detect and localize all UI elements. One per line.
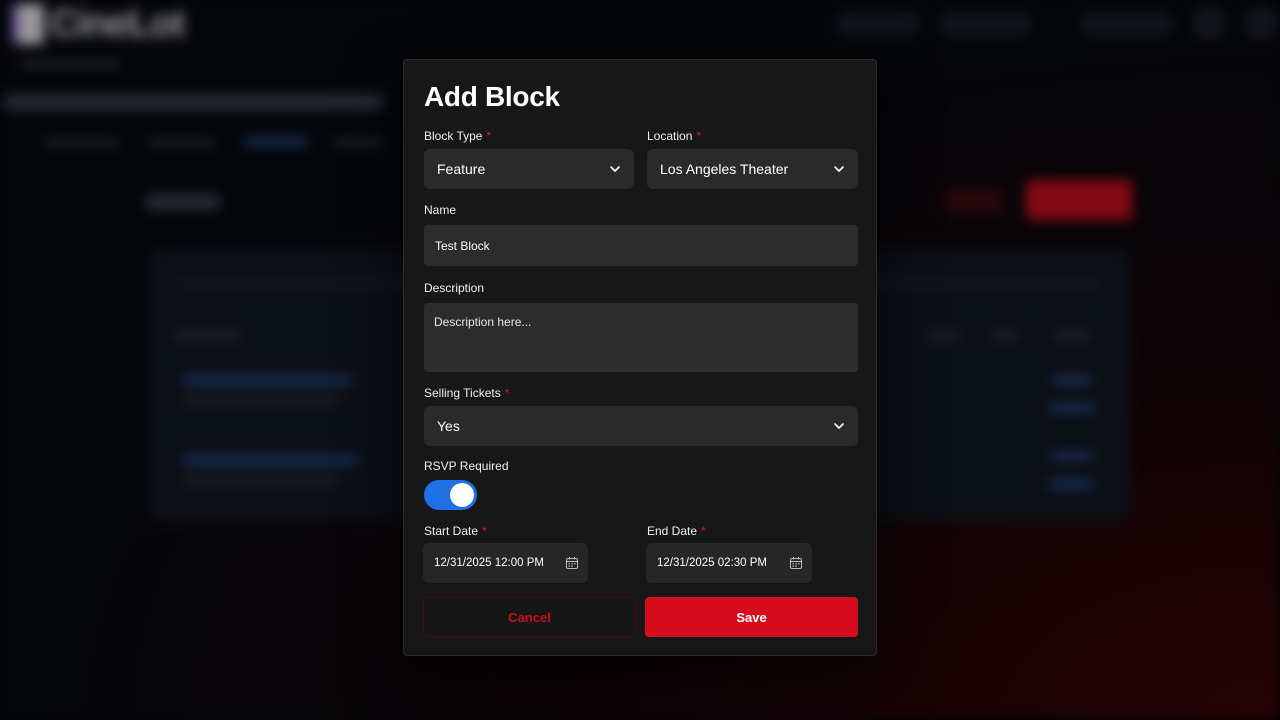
required-indicator: * bbox=[482, 524, 487, 538]
rsvp-required-label-text: RSVP Required bbox=[424, 459, 509, 473]
required-indicator: * bbox=[486, 129, 492, 143]
start-date-input[interactable]: 12/31/2025 12:00 PM bbox=[423, 543, 588, 583]
block-type-value: Feature bbox=[437, 161, 486, 177]
selling-tickets-select[interactable]: Yes bbox=[424, 406, 858, 446]
calendar-icon[interactable] bbox=[789, 556, 803, 570]
location-label-text: Location bbox=[647, 129, 693, 143]
block-type-label: Block Type * bbox=[424, 129, 491, 143]
rsvp-required-toggle[interactable] bbox=[424, 480, 477, 510]
selling-tickets-label: Selling Tickets * bbox=[424, 386, 509, 400]
required-indicator: * bbox=[701, 524, 706, 538]
start-date-value: 12/31/2025 12:00 PM bbox=[434, 557, 544, 569]
name-label: Name bbox=[424, 203, 456, 217]
description-textarea[interactable] bbox=[424, 303, 858, 372]
chevron-down-icon bbox=[834, 166, 844, 172]
end-date-label-text: End Date bbox=[647, 524, 698, 538]
name-input[interactable] bbox=[424, 225, 858, 266]
rsvp-required-label: RSVP Required bbox=[424, 459, 509, 473]
toggle-knob bbox=[450, 483, 474, 507]
block-type-label-text: Block Type bbox=[424, 129, 483, 143]
required-indicator: * bbox=[696, 129, 702, 143]
end-date-label: End Date * bbox=[647, 524, 706, 538]
selling-tickets-value: Yes bbox=[437, 418, 460, 434]
start-date-label-text: Start Date bbox=[424, 524, 479, 538]
add-block-dialog: Add Block Block Type * Feature Location … bbox=[403, 59, 877, 656]
description-label-text: Description bbox=[424, 281, 485, 295]
dialog-title: Add Block bbox=[424, 81, 560, 112]
location-value: Los Angeles Theater bbox=[660, 161, 789, 177]
start-date-label: Start Date * bbox=[424, 524, 487, 538]
selling-tickets-label-text: Selling Tickets bbox=[424, 386, 501, 400]
location-label: Location * bbox=[647, 129, 701, 143]
cancel-button[interactable]: Cancel bbox=[423, 597, 636, 637]
chevron-down-icon bbox=[610, 166, 620, 172]
location-select[interactable]: Los Angeles Theater bbox=[647, 149, 858, 189]
calendar-icon[interactable] bbox=[565, 556, 579, 570]
required-indicator: * bbox=[504, 386, 510, 400]
chevron-down-icon bbox=[834, 423, 844, 429]
description-label: Description bbox=[424, 281, 484, 295]
end-date-input[interactable]: 12/31/2025 02:30 PM bbox=[646, 543, 812, 583]
save-button[interactable]: Save bbox=[645, 597, 858, 637]
end-date-value: 12/31/2025 02:30 PM bbox=[657, 557, 767, 569]
block-type-select[interactable]: Feature bbox=[424, 149, 634, 189]
name-label-text: Name bbox=[424, 203, 457, 217]
